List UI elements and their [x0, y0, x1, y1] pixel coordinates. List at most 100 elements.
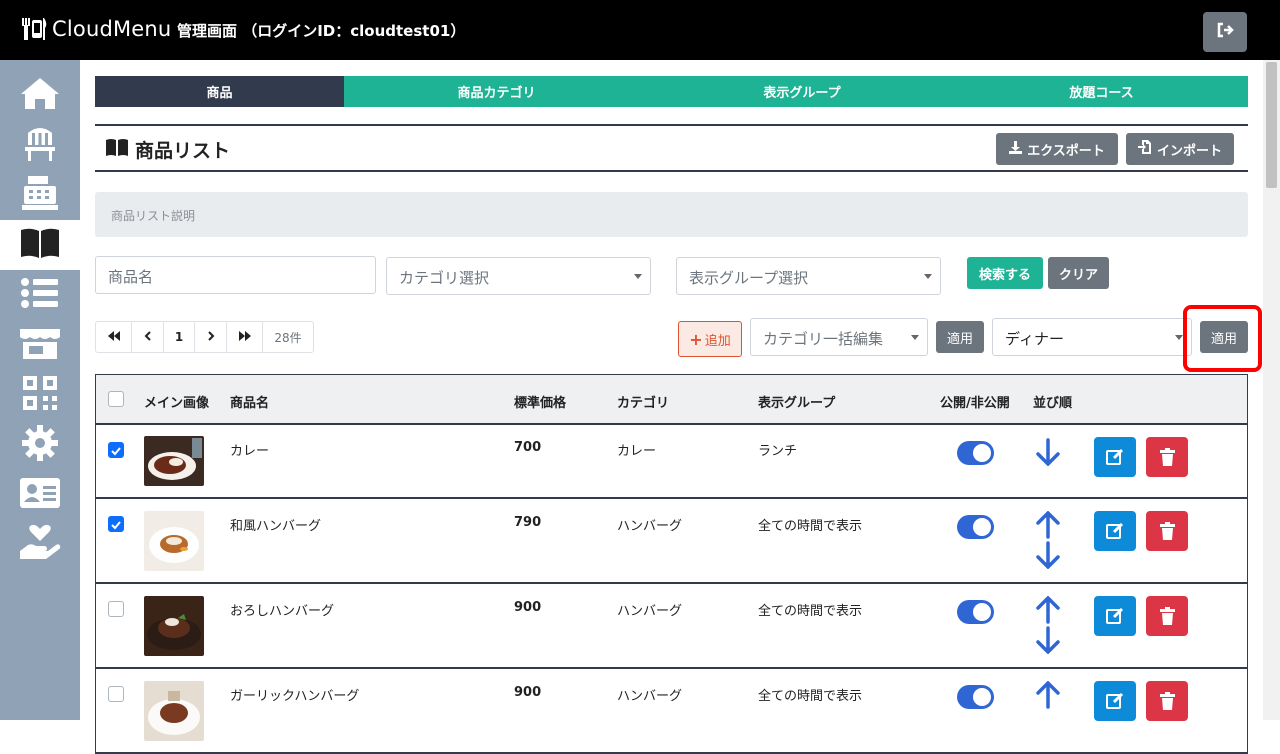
display-group-bulk-value: ディナー	[1005, 330, 1064, 348]
chevron-down-icon	[1175, 335, 1183, 340]
top-bar: CloudMenu 管理画面 （ログインID：cloudtest01）	[0, 0, 1280, 60]
delete-button[interactable]	[1146, 437, 1188, 477]
header-price: 標準価格	[514, 396, 567, 411]
product-name: ガーリックハンバーグ	[230, 689, 360, 704]
hand-heart-icon	[18, 523, 62, 567]
highlight-annotation	[1183, 305, 1262, 372]
pagination: 1 28件	[95, 321, 314, 353]
add-label: 追加	[704, 333, 731, 349]
admin-title: 管理画面 （ログインID：cloudtest01）	[177, 22, 466, 40]
tab-categories[interactable]: 商品カテゴリ	[344, 76, 649, 107]
row-checkbox[interactable]	[108, 686, 124, 702]
gear-icon	[21, 424, 59, 466]
edit-button[interactable]	[1094, 511, 1136, 551]
sidebar-item-seats[interactable]	[0, 120, 80, 170]
clear-button[interactable]: クリア	[1048, 257, 1109, 289]
category-bulk-edit-placeholder: カテゴリ一括編集	[763, 330, 884, 348]
sidebar-item-store[interactable]	[0, 320, 80, 370]
download-icon	[1009, 140, 1023, 158]
product-image	[144, 681, 204, 741]
first-page-button[interactable]	[96, 322, 132, 352]
product-image	[144, 436, 204, 486]
category-bulk-edit-select[interactable]: カテゴリ一括編集	[750, 318, 928, 356]
product-category: カレー	[617, 444, 657, 459]
header-order: 並び順	[1033, 396, 1073, 411]
delete-button[interactable]	[1146, 596, 1188, 636]
order-down-arrow-icon[interactable]	[1034, 541, 1062, 573]
order-up-arrow-icon[interactable]	[1034, 510, 1062, 543]
row-checkbox[interactable]	[108, 516, 124, 532]
export-label: エクスポート	[1027, 143, 1105, 159]
category-select[interactable]: カテゴリ選択	[386, 257, 651, 295]
sidebar-item-staff[interactable]	[0, 470, 80, 520]
plus-icon: +	[689, 329, 703, 349]
book-icon	[105, 138, 129, 162]
add-button[interactable]: + 追加	[678, 321, 742, 357]
last-page-button[interactable]	[227, 322, 263, 352]
order-down-arrow-icon[interactable]	[1034, 438, 1062, 470]
product-name: おろしハンバーグ	[230, 604, 335, 619]
row-checkbox[interactable]	[108, 601, 124, 617]
order-down-arrow-icon[interactable]	[1034, 626, 1062, 658]
chevron-down-icon	[911, 335, 919, 340]
sidebar-item-settings[interactable]	[0, 420, 80, 470]
order-up-arrow-icon[interactable]	[1034, 680, 1062, 713]
tab-all-you-can-courses[interactable]: 放題コース	[955, 76, 1248, 107]
scrollbar-thumb[interactable]	[1266, 62, 1277, 188]
edit-button[interactable]	[1094, 437, 1136, 477]
public-toggle[interactable]	[957, 441, 994, 465]
sidebar-item-qr[interactable]	[0, 370, 80, 420]
sidebar-item-list[interactable]	[0, 270, 80, 320]
description-box: 商品リスト説明	[95, 192, 1248, 237]
home-icon	[18, 75, 62, 115]
select-all-checkbox[interactable]	[108, 391, 124, 407]
sidebar-item-home[interactable]	[0, 70, 80, 120]
delete-button[interactable]	[1146, 511, 1188, 551]
table-row: カレー 700 カレー ランチ	[96, 425, 1247, 499]
header-image: メイン画像	[144, 396, 210, 411]
qr-icon	[22, 375, 58, 415]
product-group: 全ての時間で表示	[758, 604, 863, 619]
import-button[interactable]: インポート	[1126, 133, 1234, 165]
edit-button[interactable]	[1094, 681, 1136, 721]
apply-category-button[interactable]: 適用	[936, 321, 984, 353]
prev-page-button[interactable]	[132, 322, 164, 352]
sidebar-item-care[interactable]	[0, 520, 80, 570]
product-category: ハンバーグ	[617, 519, 683, 534]
app-logo[interactable]: CloudMenu	[20, 14, 171, 44]
public-toggle[interactable]	[957, 685, 994, 709]
search-button[interactable]: 検索する	[967, 257, 1043, 289]
product-image	[144, 596, 204, 656]
header-category: カテゴリ	[617, 396, 670, 411]
import-label: インポート	[1156, 143, 1222, 159]
product-image	[144, 511, 204, 571]
list-icon	[20, 277, 60, 313]
table-row: ガーリックハンバーグ 900 ハンバーグ 全ての時間で表示	[96, 669, 1247, 754]
page-scrollbar[interactable]	[1263, 60, 1280, 720]
public-toggle[interactable]	[957, 600, 994, 624]
product-group: ランチ	[758, 444, 798, 459]
chevron-down-icon	[924, 274, 932, 279]
next-page-button[interactable]	[195, 322, 227, 352]
order-up-arrow-icon[interactable]	[1034, 595, 1062, 628]
public-toggle[interactable]	[957, 515, 994, 539]
display-group-select[interactable]: 表示グループ選択	[676, 257, 941, 295]
tab-bar: 商品 商品カテゴリ 表示グループ 放題コース	[95, 76, 1248, 107]
current-page[interactable]: 1	[164, 322, 195, 352]
product-name-input[interactable]: 商品名	[95, 256, 376, 294]
edit-button[interactable]	[1094, 596, 1136, 636]
logout-button[interactable]	[1203, 12, 1247, 52]
category-select-placeholder: カテゴリ選択	[399, 269, 490, 287]
tab-products[interactable]: 商品	[95, 76, 344, 107]
delete-button[interactable]	[1146, 681, 1188, 721]
tab-display-groups[interactable]: 表示グループ	[649, 76, 955, 107]
id-card-icon	[19, 477, 61, 513]
header-group: 表示グループ	[758, 396, 836, 411]
sidebar-item-register[interactable]	[0, 170, 80, 220]
row-checkbox[interactable]	[108, 442, 124, 458]
export-button[interactable]: エクスポート	[996, 133, 1118, 165]
logout-icon	[1216, 22, 1234, 42]
product-name: カレー	[230, 444, 270, 459]
sidebar-item-products[interactable]	[0, 220, 80, 270]
display-group-bulk-select[interactable]: ディナー	[992, 318, 1192, 356]
